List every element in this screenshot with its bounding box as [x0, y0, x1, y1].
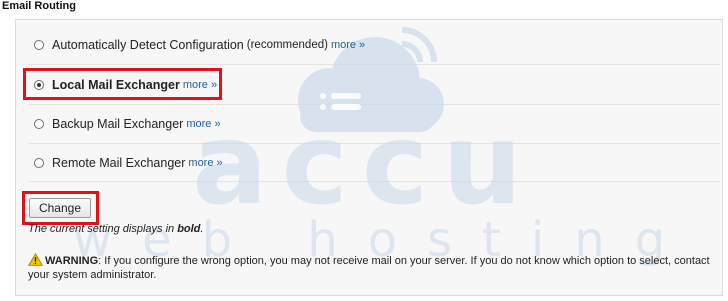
divider [28, 64, 720, 65]
option-backup-mail-exchanger[interactable]: Backup Mail Exchanger more » [34, 117, 221, 131]
highlight-box [23, 68, 222, 100]
option-note: (recommended) [246, 39, 328, 51]
highlight-box [22, 191, 99, 225]
note-suffix: . [200, 223, 204, 235]
radio-remote-mail-exchanger[interactable] [34, 158, 44, 168]
option-label: Automatically Detect Configuration [52, 38, 244, 52]
option-label: Remote Mail Exchanger [52, 156, 186, 170]
note-emphasis: bold [177, 223, 201, 235]
warning-label: WARNING [45, 255, 99, 267]
more-link[interactable]: more » [186, 118, 220, 130]
warning-triangle-icon [28, 253, 43, 266]
divider [28, 181, 720, 182]
option-remote-mail-exchanger[interactable]: Remote Mail Exchanger more » [34, 156, 223, 170]
current-setting-note: The current setting displays in bold. [28, 223, 203, 235]
warning-message: WARNING: If you configure the wrong opti… [28, 253, 718, 282]
option-auto-detect[interactable]: Automatically Detect Configuration (reco… [34, 38, 365, 52]
divider [28, 143, 720, 144]
warning-text: : If you configure the wrong option, you… [28, 255, 710, 281]
more-link[interactable]: more » [331, 39, 365, 51]
more-link[interactable]: more » [188, 157, 222, 169]
radio-backup-mail-exchanger[interactable] [34, 119, 44, 129]
option-label: Backup Mail Exchanger [52, 117, 184, 131]
radio-auto-detect[interactable] [34, 40, 44, 50]
note-prefix: The current setting displays in [28, 223, 178, 235]
page-title: Email Routing [2, 0, 76, 12]
divider [28, 104, 720, 105]
